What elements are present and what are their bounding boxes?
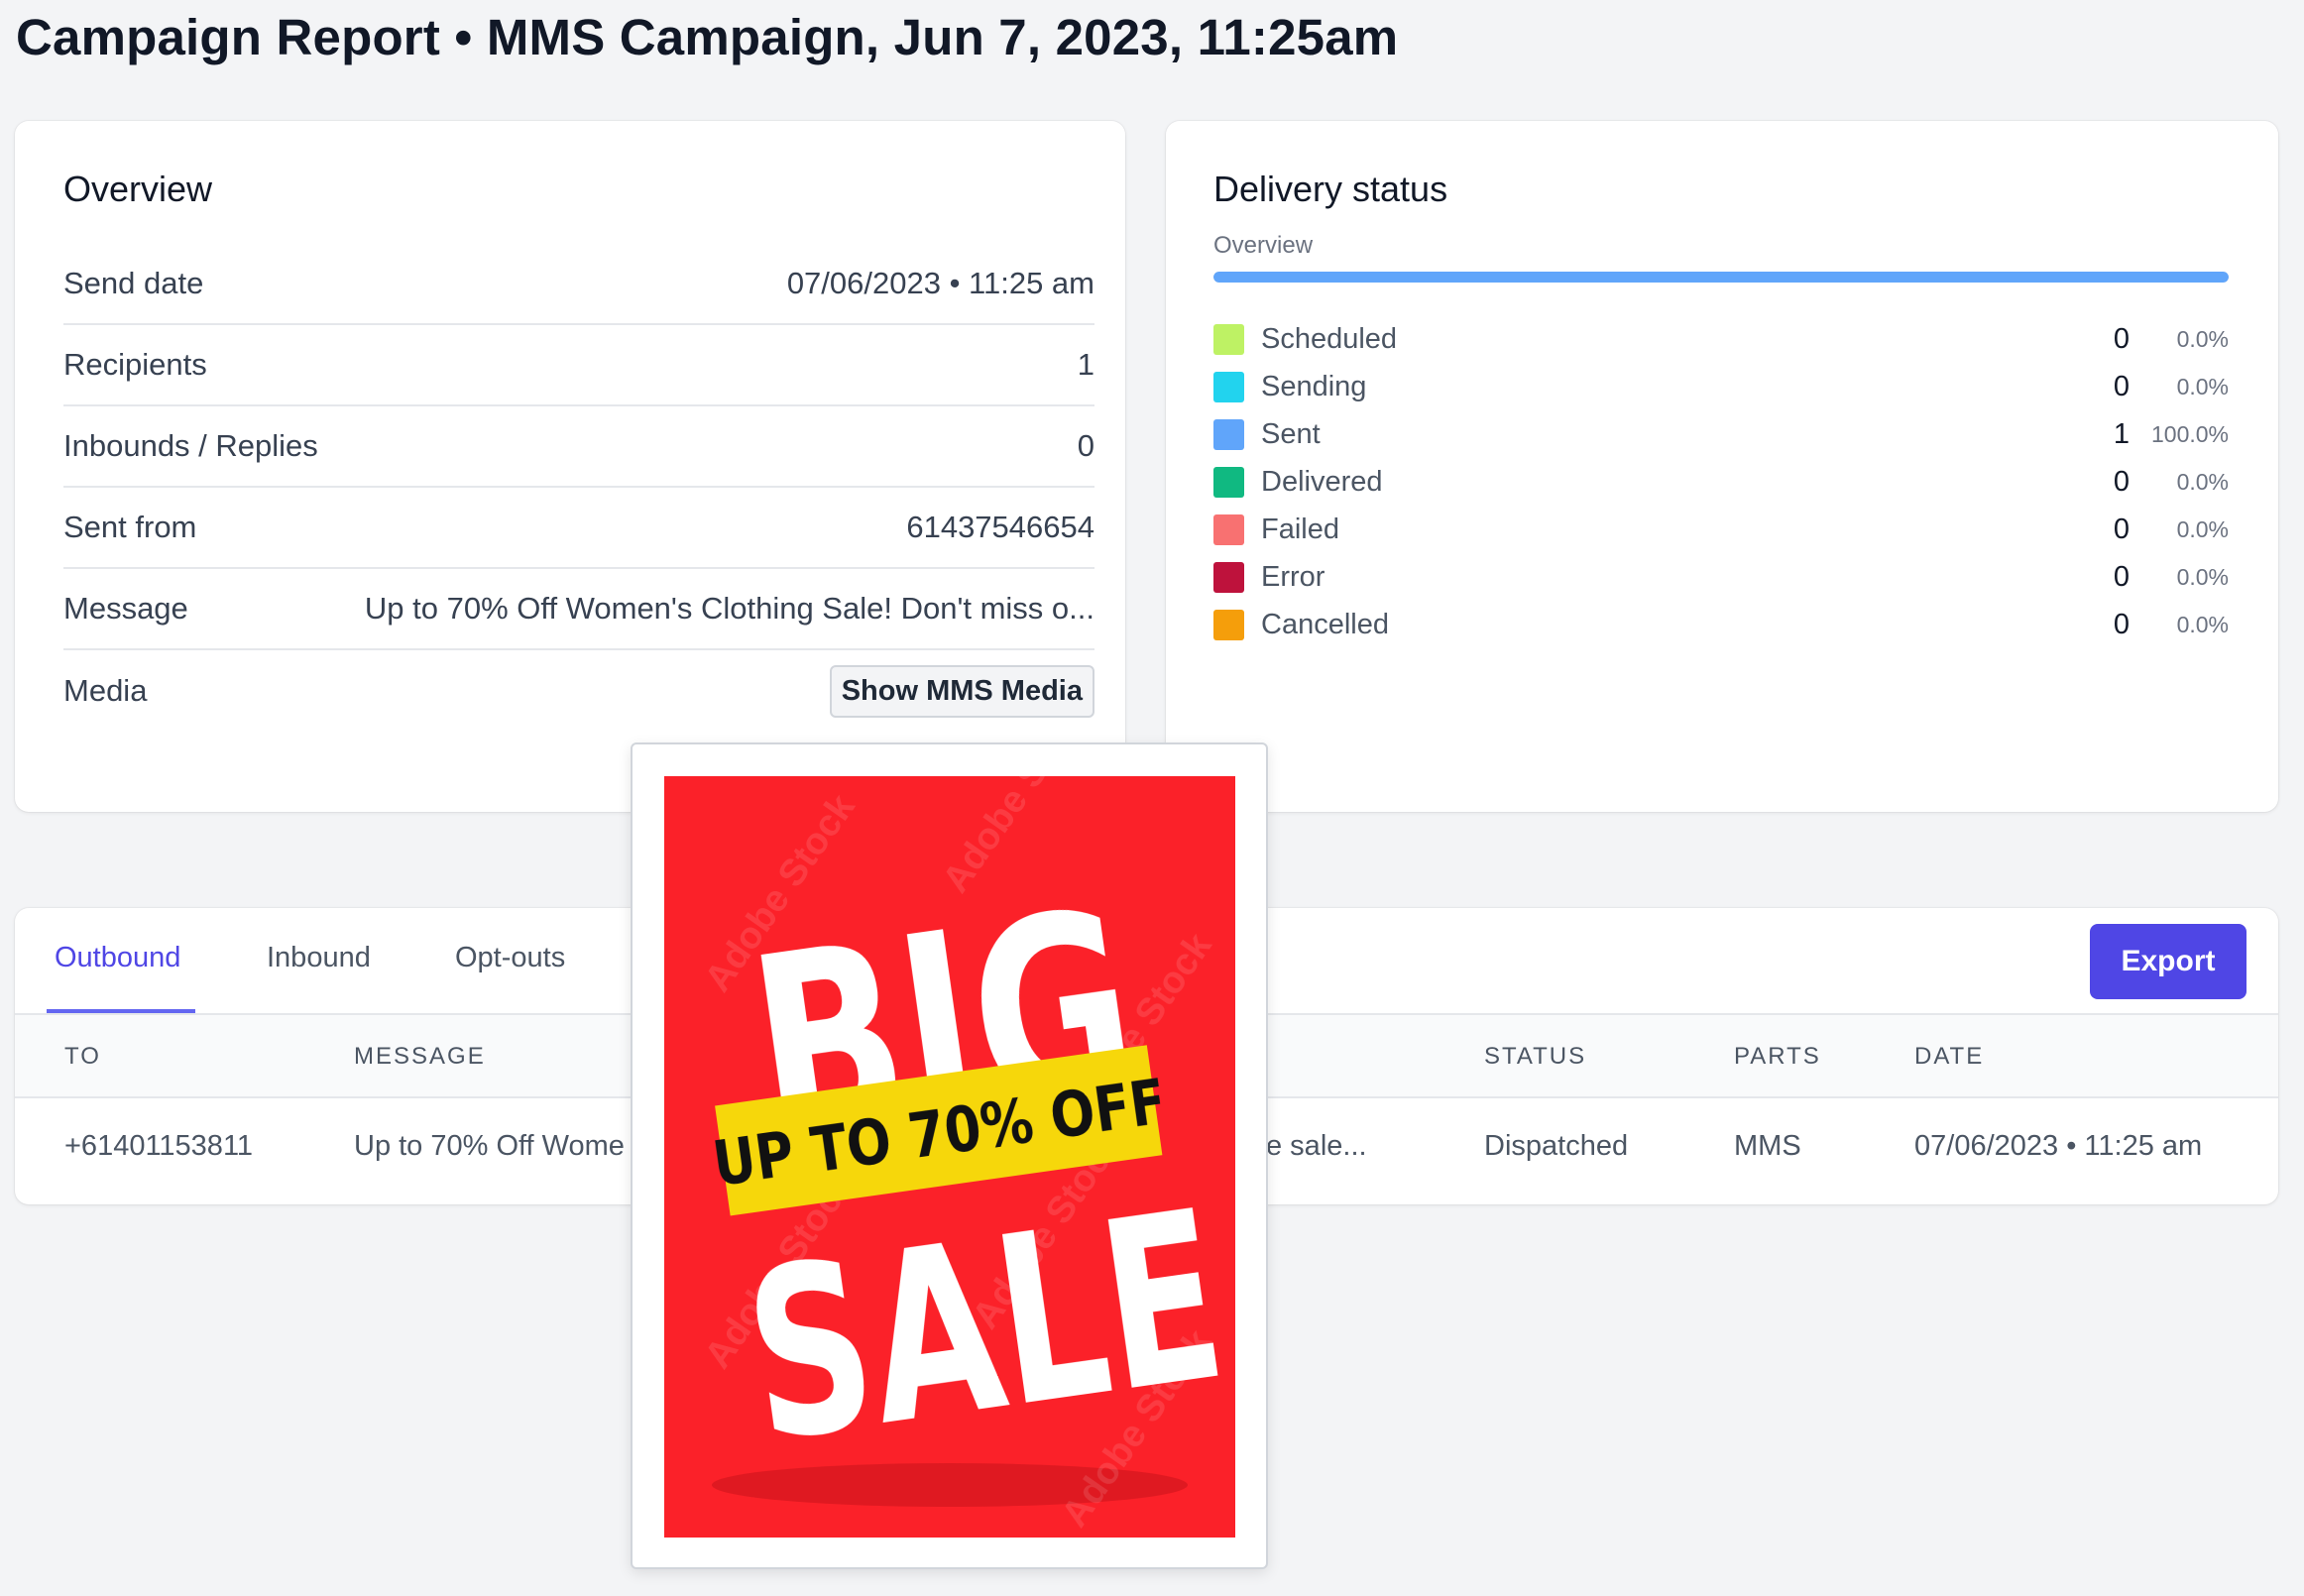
overview-list: Send date 07/06/2023 • 11:25 am Recipien… xyxy=(63,244,1094,732)
column-header-status[interactable]: STATUS xyxy=(1484,1043,1586,1071)
delivery-status-row-sent: Sent 1 100.0% xyxy=(1213,410,2229,458)
tab-opt-outs[interactable]: Opt-outs xyxy=(455,942,565,974)
status-percent: 0.0% xyxy=(2176,373,2229,399)
sent-from-value: 61437546654 xyxy=(906,510,1094,544)
cell-status: Dispatched xyxy=(1484,1130,1629,1162)
status-count: 0 xyxy=(2113,370,2130,402)
status-count: 0 xyxy=(2113,608,2130,640)
overview-row-media: Media Show MMS Media xyxy=(63,650,1094,732)
status-name: Error xyxy=(1261,560,1325,593)
status-color-swatch xyxy=(1213,609,1244,640)
column-header-message[interactable]: MESSAGE xyxy=(354,1043,486,1071)
overview-row-recipients: Recipients 1 xyxy=(63,325,1094,406)
cell-parts: MMS xyxy=(1734,1130,1801,1162)
tab-outbound[interactable]: Outbound xyxy=(55,942,180,974)
status-count: 0 xyxy=(2113,513,2130,545)
column-header-parts[interactable]: PARTS xyxy=(1734,1043,1821,1071)
overview-card: Overview Send date 07/06/2023 • 11:25 am… xyxy=(15,121,1125,812)
status-count: 0 xyxy=(2113,322,2130,355)
cell-message-tail: e sale... xyxy=(1266,1130,1367,1162)
page-title: Campaign Report • MMS Campaign, Jun 7, 2… xyxy=(16,9,1399,65)
status-color-swatch xyxy=(1213,323,1244,355)
delivery-status-row-scheduled: Scheduled 0 0.0% xyxy=(1213,315,2229,363)
status-percent: 0.0% xyxy=(2176,611,2229,637)
send-date-label: Send date xyxy=(63,266,204,300)
delivery-status-heading: Delivery status xyxy=(1213,169,1448,209)
status-percent: 0.0% xyxy=(2176,468,2229,495)
overview-row-sent-from: Sent from 61437546654 xyxy=(63,488,1094,569)
delivery-progress-bar xyxy=(1213,272,2229,283)
status-percent: 100.0% xyxy=(2150,420,2229,447)
overview-row-send-date: Send date 07/06/2023 • 11:25 am xyxy=(63,244,1094,325)
status-name: Failed xyxy=(1261,513,1339,545)
status-percent: 0.0% xyxy=(2176,563,2229,590)
column-header-date[interactable]: DATE xyxy=(1914,1043,1984,1071)
active-tab-indicator xyxy=(47,1009,195,1013)
tab-inbound[interactable]: Inbound xyxy=(267,942,371,974)
message-value: Up to 70% Off Women's Clothing Sale! Don… xyxy=(364,591,1094,626)
inbounds-label: Inbounds / Replies xyxy=(63,428,318,463)
overview-row-message: Message Up to 70% Off Women's Clothing S… xyxy=(63,569,1094,650)
delivery-status-row-failed: Failed 0 0.0% xyxy=(1213,506,2229,553)
recipients-label: Recipients xyxy=(63,347,207,382)
cell-date: 07/06/2023 • 11:25 am xyxy=(1914,1130,2203,1162)
inbounds-value: 0 xyxy=(1077,428,1094,463)
status-name: Sent xyxy=(1261,417,1321,450)
status-name: Scheduled xyxy=(1261,322,1398,355)
send-date-value: 07/06/2023 • 11:25 am xyxy=(786,266,1094,300)
status-count: 0 xyxy=(2113,560,2130,593)
cell-message: Up to 70% Off Wome xyxy=(354,1130,625,1162)
status-color-swatch xyxy=(1213,371,1244,402)
delivery-status-row-sending: Sending 0 0.0% xyxy=(1213,363,2229,410)
delivery-status-card: Delivery status Overview Scheduled 0 0.0% S… xyxy=(1166,121,2278,812)
overview-heading: Overview xyxy=(63,169,213,209)
recipients-value: 1 xyxy=(1077,347,1094,382)
cell-to: +61401153811 xyxy=(64,1130,254,1162)
mms-media-popover: Adobe Stock Adobe Stock Adobe Stock Adob… xyxy=(631,742,1268,1569)
delivery-overview-label: Overview xyxy=(1213,232,1314,259)
status-name: Delivered xyxy=(1261,465,1383,498)
delivery-status-row-cancelled: Cancelled 0 0.0% xyxy=(1213,601,2229,648)
export-button[interactable]: Export xyxy=(2090,924,2246,999)
status-count: 1 xyxy=(2113,417,2130,450)
status-color-swatch xyxy=(1213,466,1244,498)
show-mms-media-button[interactable]: Show MMS Media xyxy=(829,664,1094,718)
column-header-to[interactable]: TO xyxy=(64,1043,101,1071)
delivery-progress-fill xyxy=(1213,272,2229,283)
status-count: 0 xyxy=(2113,465,2130,498)
status-percent: 0.0% xyxy=(2176,515,2229,542)
delivery-status-row-delivered: Delivered 0 0.0% xyxy=(1213,458,2229,506)
message-label: Message xyxy=(63,591,188,626)
status-color-swatch xyxy=(1213,418,1244,450)
status-name: Cancelled xyxy=(1261,608,1389,640)
delivery-status-list: Scheduled 0 0.0% Sending 0 0.0% Sent 1 100.0% Del… xyxy=(1213,315,2229,648)
media-label: Media xyxy=(63,673,148,708)
sent-from-label: Sent from xyxy=(63,510,197,544)
delivery-status-row-error: Error 0 0.0% xyxy=(1213,553,2229,601)
mms-media-image: Adobe Stock Adobe Stock Adobe Stock Adob… xyxy=(664,776,1235,1538)
overview-row-inbounds: Inbounds / Replies 0 xyxy=(63,406,1094,488)
status-color-swatch xyxy=(1213,513,1244,545)
status-color-swatch xyxy=(1213,561,1244,593)
status-percent: 0.0% xyxy=(2176,325,2229,352)
status-name: Sending xyxy=(1261,370,1367,402)
